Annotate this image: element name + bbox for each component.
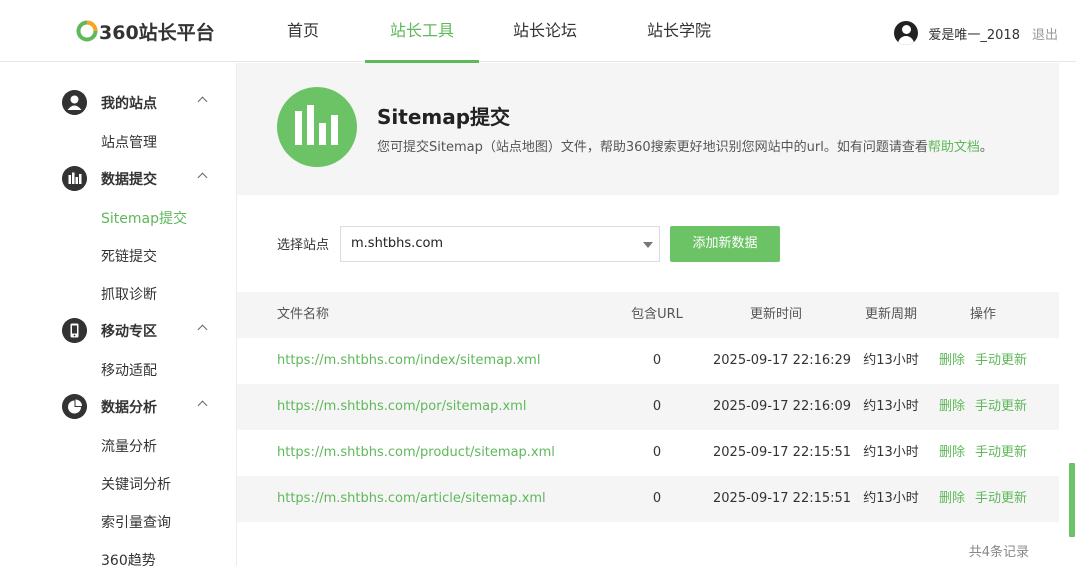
page-banner: Sitemap提交 您可提交Sitemap（站点地图）文件，帮助360搜索更好地… bbox=[237, 63, 1059, 195]
update-cycle: 约13小时 bbox=[863, 399, 919, 414]
table-row: https://m.shtbhs.com/article/sitemap.xml… bbox=[237, 476, 1059, 522]
table-header: 文件名称 包含URL 更新时间 更新周期 操作 bbox=[237, 292, 1059, 338]
nav-academy[interactable]: 站长学院 bbox=[634, 0, 724, 62]
avatar-icon[interactable] bbox=[894, 21, 919, 45]
col-update-time: 更新时间 bbox=[749, 307, 802, 322]
col-url-count: 包含URL bbox=[631, 307, 683, 322]
sidebar-group-title: 移动专区 bbox=[101, 323, 157, 340]
manual-update-button[interactable]: 手动更新 bbox=[975, 399, 1027, 414]
url-count: 0 bbox=[652, 491, 662, 506]
description-end: 。 bbox=[979, 140, 993, 155]
sidebar-group-data-submit[interactable]: 数据提交 bbox=[62, 166, 212, 191]
site-select-value: m.shtbhs.com bbox=[351, 235, 444, 251]
chevron-up-icon bbox=[197, 172, 208, 183]
chevron-up-icon bbox=[197, 96, 208, 107]
page-title: Sitemap提交 bbox=[377, 105, 511, 129]
update-time: 2025-09-17 22:15:51 bbox=[713, 491, 852, 506]
mobile-icon bbox=[62, 318, 87, 343]
sitemap-file-link[interactable]: https://m.shtbhs.com/article/sitemap.xml bbox=[277, 476, 546, 522]
sidebar-item-sitemap-submit[interactable]: Sitemap提交 bbox=[101, 208, 187, 228]
update-time: 2025-09-17 22:16:29 bbox=[713, 353, 852, 368]
col-file-name: 文件名称 bbox=[277, 307, 330, 322]
page-scrollbar[interactable] bbox=[1069, 463, 1075, 537]
chevron-up-icon bbox=[197, 324, 208, 335]
logo-text: 360站长平台 bbox=[99, 21, 215, 44]
site-select-label: 选择站点 bbox=[277, 238, 330, 253]
description-text: 您可提交Sitemap（站点地图）文件，帮助360搜索更好地识别您网站中的url… bbox=[377, 140, 928, 155]
url-count: 0 bbox=[652, 445, 662, 460]
row-actions: 删除 手动更新 bbox=[937, 430, 1029, 476]
bar-chart-icon bbox=[62, 166, 87, 191]
sitemap-table: 文件名称 包含URL 更新时间 更新周期 操作 https://m.shtbhs… bbox=[237, 292, 1059, 522]
col-actions: 操作 bbox=[969, 307, 996, 322]
site-select-row: 选择站点 m.shtbhs.com 添加新数据 bbox=[277, 225, 781, 262]
top-header: 360站长平台 首页 站长工具 站长论坛 站长学院 爱是唯一_2018 退出 bbox=[0, 0, 1076, 63]
update-cycle: 约13小时 bbox=[863, 445, 919, 460]
help-doc-link[interactable]: 帮助文档 bbox=[928, 140, 980, 155]
update-time: 2025-09-17 22:16:09 bbox=[713, 399, 852, 414]
manual-update-button[interactable]: 手动更新 bbox=[975, 445, 1027, 460]
add-new-data-button[interactable]: 添加新数据 bbox=[670, 225, 781, 262]
username[interactable]: 爱是唯一_2018 bbox=[928, 24, 1020, 43]
table-row: https://m.shtbhs.com/product/sitemap.xml… bbox=[237, 430, 1059, 476]
sidebar-item-deadlink-submit[interactable]: 死链提交 bbox=[101, 246, 157, 266]
site-select[interactable]: m.shtbhs.com bbox=[340, 225, 661, 262]
sidebar-item-crawl-diagnosis[interactable]: 抓取诊断 bbox=[101, 284, 157, 304]
page-description: 您可提交Sitemap（站点地图）文件，帮助360搜索更好地识别您网站中的url… bbox=[377, 136, 993, 155]
logo[interactable]: 360站长平台 bbox=[76, 18, 215, 44]
sidebar-item-traffic-analysis[interactable]: 流量分析 bbox=[101, 436, 157, 456]
col-update-cycle: 更新周期 bbox=[864, 307, 917, 322]
delete-button[interactable]: 删除 bbox=[939, 353, 965, 368]
nav-home[interactable]: 首页 bbox=[266, 0, 340, 62]
delete-button[interactable]: 删除 bbox=[939, 491, 965, 506]
logout-link[interactable]: 退出 bbox=[1032, 24, 1058, 43]
manual-update-button[interactable]: 手动更新 bbox=[975, 353, 1027, 368]
delete-button[interactable]: 删除 bbox=[939, 445, 965, 460]
delete-button[interactable]: 删除 bbox=[939, 399, 965, 414]
sidebar-group-mobile[interactable]: 移动专区 bbox=[62, 318, 212, 343]
update-cycle: 约13小时 bbox=[863, 353, 919, 368]
record-count: 共4条记录 bbox=[968, 545, 1029, 560]
sitemap-bar-chart-icon bbox=[277, 87, 357, 167]
update-cycle: 约13小时 bbox=[863, 491, 919, 506]
row-actions: 删除 手动更新 bbox=[937, 384, 1029, 430]
manual-update-button[interactable]: 手动更新 bbox=[975, 491, 1027, 506]
main-content: Sitemap提交 您可提交Sitemap（站点地图）文件，帮助360搜索更好地… bbox=[237, 63, 1059, 566]
sidebar-item-index-query[interactable]: 索引量查询 bbox=[101, 512, 171, 532]
row-actions: 删除 手动更新 bbox=[937, 476, 1029, 522]
update-time: 2025-09-17 22:15:51 bbox=[713, 445, 852, 460]
sidebar-group-title: 数据提交 bbox=[101, 171, 157, 188]
user-icon bbox=[62, 90, 87, 115]
sidebar-group-title: 数据分析 bbox=[101, 399, 157, 416]
sidebar: 我的站点 站点管理 数据提交 Sitemap提交 死链提交 抓取诊断 移动专区 … bbox=[0, 63, 237, 566]
sidebar-item-mobile-adapt[interactable]: 移动适配 bbox=[101, 360, 157, 380]
pie-chart-icon bbox=[62, 394, 87, 419]
sidebar-item-site-management[interactable]: 站点管理 bbox=[101, 132, 157, 152]
table-row: https://m.shtbhs.com/por/sitemap.xml 0 2… bbox=[237, 384, 1059, 430]
sitemap-file-link[interactable]: https://m.shtbhs.com/product/sitemap.xml bbox=[277, 430, 555, 476]
sidebar-group-title: 我的站点 bbox=[101, 95, 157, 112]
url-count: 0 bbox=[652, 353, 662, 368]
logo-mark-icon bbox=[76, 20, 98, 42]
nav-forum[interactable]: 站长论坛 bbox=[500, 0, 590, 62]
chevron-up-icon bbox=[197, 400, 208, 411]
main-nav: 首页 站长工具 站长论坛 站长学院 bbox=[266, 0, 724, 63]
sidebar-item-keyword-analysis[interactable]: 关键词分析 bbox=[101, 474, 171, 494]
row-actions: 删除 手动更新 bbox=[937, 338, 1029, 384]
nav-webmaster-tools[interactable]: 站长工具 bbox=[365, 0, 479, 63]
sidebar-group-my-sites[interactable]: 我的站点 bbox=[62, 90, 212, 115]
url-count: 0 bbox=[652, 399, 662, 414]
sidebar-group-data-analysis[interactable]: 数据分析 bbox=[62, 394, 212, 419]
table-row: https://m.shtbhs.com/index/sitemap.xml 0… bbox=[237, 338, 1059, 384]
user-menu: 爱是唯一_2018 退出 bbox=[894, 21, 1058, 45]
sitemap-file-link[interactable]: https://m.shtbhs.com/por/sitemap.xml bbox=[277, 384, 526, 430]
sidebar-item-360-trends[interactable]: 360趋势 bbox=[101, 550, 156, 566]
sitemap-file-link[interactable]: https://m.shtbhs.com/index/sitemap.xml bbox=[277, 338, 540, 384]
caret-down-icon bbox=[643, 241, 654, 248]
